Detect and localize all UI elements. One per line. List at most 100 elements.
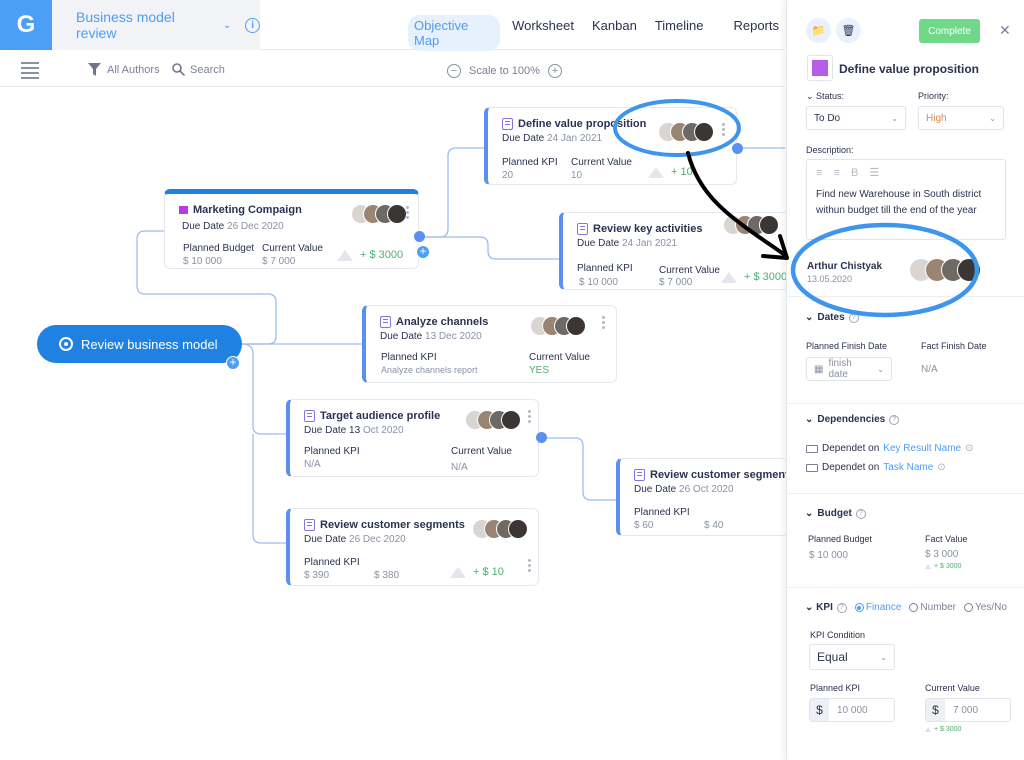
planned-kpi-input[interactable]: $10 000: [809, 698, 895, 722]
dependency-link[interactable]: Key Result Name: [883, 443, 961, 454]
description-editor[interactable]: ≡ ≡ B ☰ Find new Warehouse in South dist…: [806, 159, 1006, 240]
card-marketing-campaign[interactable]: Marketing Compaign Due Date 26 Dec 2020 …: [164, 189, 419, 269]
tab-worksheet[interactable]: Worksheet: [506, 15, 580, 51]
zoom-in-icon[interactable]: +: [547, 64, 562, 78]
assignee-avatars[interactable]: [530, 316, 586, 336]
info-icon[interactable]: i: [245, 17, 260, 33]
planned-finish-label: Planned Finish Date: [806, 341, 888, 351]
assignee-avatars[interactable]: [909, 258, 981, 282]
planned-label: Planned Budget: [183, 243, 255, 254]
dates-section-toggle[interactable]: ⌄ Dates ?: [805, 312, 859, 323]
author-filter[interactable]: All Authors: [88, 63, 160, 76]
chevron-down-icon: ⌄: [891, 113, 898, 123]
format-toolbar[interactable]: ≡ ≡ B ☰: [816, 166, 883, 179]
status-select[interactable]: To Do ⌄: [806, 106, 906, 130]
connector: [241, 343, 286, 435]
budget-section-toggle[interactable]: ⌄ Budget ?: [805, 508, 866, 519]
description-text[interactable]: Find new Warehouse in South district wit…: [816, 187, 1002, 219]
current-value-input[interactable]: $7 000: [925, 698, 1011, 722]
card-define-value-proposition[interactable]: Define value proposition Due Date 24 Jan…: [484, 107, 737, 185]
connection-handle[interactable]: [414, 231, 425, 242]
dependencies-section-toggle[interactable]: ⌄ Dependencies ?: [805, 414, 900, 425]
card-due-date: Due Date 13 Dec 2020: [380, 331, 482, 342]
scale-label[interactable]: Scale to 100%: [469, 65, 540, 77]
remove-icon[interactable]: ⊙: [937, 462, 945, 473]
objective-map-canvas[interactable]: Review business model + Marketing Compai…: [0, 88, 795, 760]
help-icon: ?: [836, 602, 847, 613]
delta-indicator: + $ 10: [450, 566, 504, 578]
kpi-type-number[interactable]: Number: [909, 602, 956, 613]
planned-budget-value: $ 10 000: [809, 550, 848, 561]
card-analyze-channels[interactable]: Analyze channels Due Date 13 Dec 2020 Pl…: [362, 305, 617, 383]
task-title[interactable]: Define value proposition: [839, 62, 979, 76]
color-picker[interactable]: [807, 55, 833, 81]
card-due-date: Due Date 26 Oct 2020: [634, 484, 734, 495]
card-due-date: Due Date 24 Jan 2021: [577, 238, 678, 249]
app-logo[interactable]: G: [0, 0, 52, 50]
tab-kanban[interactable]: Kanban: [586, 15, 643, 51]
card-title: Review customer segments: [320, 519, 465, 531]
project-selector[interactable]: Business model review ⌄ i: [52, 0, 260, 50]
task-icon: [577, 223, 588, 235]
tab-timeline[interactable]: Timeline: [649, 15, 710, 51]
task-detail-panel: 📁 🗑 Complete ✕ Define value proposition …: [786, 0, 1024, 760]
current-value: $ 7 000: [262, 256, 296, 267]
delete-button[interactable]: 🗑: [836, 18, 861, 43]
budget-delta: + $ 3000: [925, 563, 961, 570]
assignee-avatars[interactable]: [472, 519, 528, 539]
more-options-icon[interactable]: [602, 316, 606, 329]
trend-up-icon: [721, 271, 737, 283]
planned-label: Planned KPI: [304, 557, 360, 568]
more-options-icon[interactable]: [722, 123, 726, 136]
avatar: [694, 122, 714, 142]
delta-indicator: + $ 3000: [721, 271, 787, 283]
current-value: $ 40: [704, 520, 724, 531]
menu-icon[interactable]: [21, 62, 39, 82]
zoom-out-icon[interactable]: −: [447, 64, 461, 78]
task-icon: [634, 469, 645, 481]
card-review-customer-segments[interactable]: Review customer segments Due Date 26 Dec…: [286, 508, 539, 586]
divider: [787, 587, 1024, 588]
more-options-icon[interactable]: [528, 559, 532, 572]
description-label: Description:: [806, 145, 854, 155]
add-child-button[interactable]: +: [416, 245, 430, 259]
move-to-folder-button[interactable]: 📁: [806, 18, 831, 43]
remove-icon[interactable]: ⊙: [965, 443, 973, 454]
dependency-link[interactable]: Task Name: [883, 462, 933, 473]
kpi-type-yesno[interactable]: Yes/No: [964, 602, 1007, 613]
app: G Business model review ⌄ i Objective Ma…: [0, 0, 1024, 760]
kpi-type-finance[interactable]: Finance: [854, 602, 901, 613]
tab-objective-map[interactable]: Objective Map: [408, 15, 501, 51]
complete-button[interactable]: Complete: [919, 19, 980, 43]
connection-handle[interactable]: [536, 432, 547, 443]
card-title: Marketing Compaign: [193, 204, 302, 216]
tab-reports[interactable]: Reports: [727, 15, 785, 51]
kpi-section-toggle[interactable]: ⌄ KPI: [805, 602, 833, 613]
chevron-down-icon: ⌄: [880, 652, 887, 662]
planned-label: Planned KPI: [304, 446, 360, 457]
close-icon[interactable]: ✕: [999, 22, 1011, 39]
assignee-avatars[interactable]: [351, 204, 407, 224]
more-options-icon[interactable]: [406, 206, 410, 219]
card-review-key-activities[interactable]: Review key activities Due Date 24 Jan 20…: [559, 212, 791, 290]
task-icon: [304, 519, 315, 531]
card-target-audience-profile[interactable]: Target audience profile Due Date 13 Oct …: [286, 399, 539, 477]
current-value: YES: [529, 365, 550, 376]
trend-up-icon: [925, 727, 931, 732]
card-due-date: Due Date 13 Oct 2020: [304, 425, 404, 436]
connection-handle[interactable]: [732, 143, 743, 154]
card-review-customer-segments-2[interactable]: Review customer segments Due Date 26 Oct…: [616, 458, 795, 536]
more-options-icon[interactable]: [528, 410, 532, 423]
priority-select[interactable]: High ⌄: [918, 106, 1004, 130]
current-label: Current Value: [529, 352, 590, 363]
add-child-button[interactable]: +: [226, 356, 240, 370]
assignee-avatars[interactable]: [723, 215, 779, 235]
root-objective-node[interactable]: Review business model: [37, 325, 242, 363]
finish-date-picker[interactable]: ▦ finish date ⌄: [806, 357, 892, 381]
search-button[interactable]: Search: [172, 63, 225, 76]
task-icon: [502, 118, 513, 130]
filter-label: All Authors: [107, 63, 160, 76]
kpi-condition-select[interactable]: Equal ⌄: [809, 644, 895, 670]
assignee-avatars[interactable]: [658, 122, 714, 142]
assignee-avatars[interactable]: [465, 410, 521, 430]
